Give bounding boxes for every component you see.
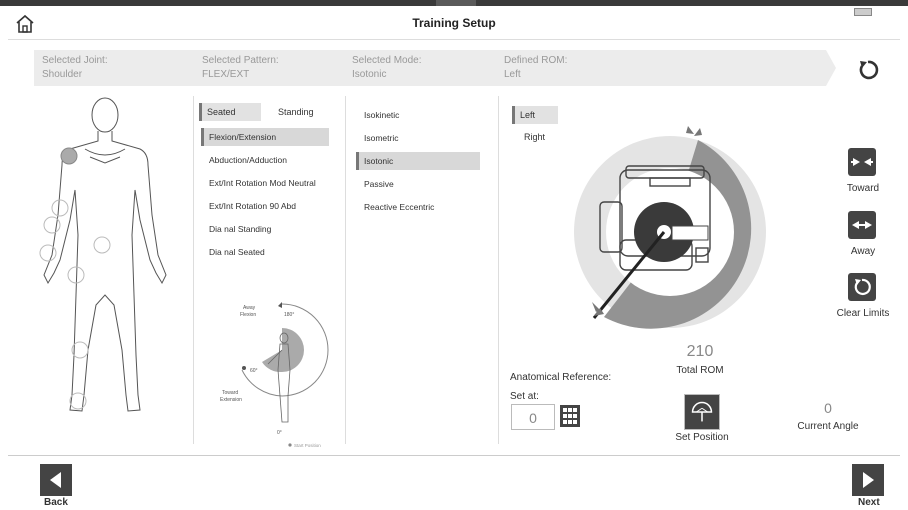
total-rom-value: 210	[686, 343, 714, 360]
arrows-out-icon	[852, 221, 872, 229]
crumb-rom-value: Left	[504, 69, 521, 80]
set-position-button[interactable]	[684, 394, 720, 430]
pattern-item[interactable]: Flexion/Extension	[201, 128, 329, 146]
battery-icon	[854, 8, 872, 16]
label-away: Away	[243, 305, 256, 311]
seated-toggle[interactable]: Seated	[199, 103, 261, 121]
back-arrow-icon	[50, 472, 61, 488]
divider	[498, 96, 499, 444]
pattern-item[interactable]: Abduction/Adduction	[201, 151, 329, 169]
side-left[interactable]: Left	[512, 106, 558, 124]
body-figure	[39, 97, 167, 412]
set-at-input[interactable]: 0	[511, 404, 555, 430]
current-angle-value: 0	[824, 400, 832, 416]
crumb-joint-label: Selected Joint:	[42, 55, 108, 66]
current-angle-label: Current Angle	[797, 421, 859, 432]
label-60: 60°	[250, 368, 258, 374]
next-arrow-icon	[863, 472, 874, 488]
breadcrumb: Selected Joint: Shoulder Selected Patter…	[34, 50, 826, 86]
footer-divider	[8, 455, 900, 456]
standing-toggle[interactable]: Standing	[270, 103, 330, 121]
next-label: Next	[858, 497, 880, 508]
rom-dial[interactable]	[570, 120, 770, 330]
label-180: 180°	[284, 312, 294, 318]
arrows-in-icon	[851, 158, 873, 166]
clear-limits-button[interactable]	[848, 273, 876, 301]
back-label: Back	[44, 497, 68, 508]
crumb-pattern: Selected Pattern: FLEX/EXT	[202, 54, 279, 82]
mode-list: Isokinetic Isometric Isotonic Passive Re…	[356, 106, 480, 221]
side-right[interactable]: Right	[516, 128, 558, 146]
reset-icon[interactable]	[856, 58, 880, 82]
away-button[interactable]	[848, 211, 876, 239]
set-position-label: Set Position	[675, 432, 729, 443]
next-button[interactable]	[852, 464, 884, 496]
toward-button[interactable]	[848, 148, 876, 176]
calculator-button[interactable]	[560, 405, 580, 427]
keypad-icon	[563, 408, 577, 424]
pattern-item[interactable]: Dia nal Standing	[201, 220, 329, 238]
crumb-mode-label: Selected Mode:	[352, 55, 422, 66]
crumb-mode: Selected Mode: Isotonic	[352, 54, 422, 82]
divider	[193, 96, 194, 444]
total-rom-label: Total ROM	[676, 365, 724, 376]
crumb-pattern-value: FLEX/EXT	[202, 69, 250, 80]
mode-item[interactable]: Isokinetic	[356, 106, 480, 124]
clear-limits-label: Clear Limits	[836, 308, 890, 319]
divider	[345, 96, 346, 444]
label-start-position: Start Position	[294, 443, 321, 448]
toward-label: Toward	[846, 183, 880, 194]
crumb-pattern-label: Selected Pattern:	[202, 55, 279, 66]
away-label: Away	[850, 246, 876, 257]
mode-item[interactable]: Reactive Eccentric	[356, 198, 480, 216]
label-extension: Extension	[220, 397, 242, 403]
breadcrumb-arrow	[826, 50, 836, 86]
label-toward: Toward	[222, 390, 238, 396]
crumb-rom-label: Defined ROM:	[504, 55, 568, 66]
motion-diagram: Away Flexion 180° 60° Toward Extension 0…	[220, 302, 329, 448]
umbrella-icon	[691, 401, 713, 422]
crumb-rom: Defined ROM: Left	[504, 54, 567, 82]
back-button[interactable]	[40, 464, 72, 496]
crumb-joint-value: Shoulder	[42, 69, 83, 80]
label-flexion: Flexion	[240, 312, 256, 318]
pattern-item[interactable]: Ext/Int Rotation Mod Neutral	[201, 174, 329, 192]
pattern-item[interactable]: Dia nal Seated	[201, 243, 329, 261]
pattern-list: Flexion/Extension Abduction/Adduction Ex…	[201, 128, 329, 266]
anatomical-reference-label: Anatomical Reference:	[510, 372, 612, 383]
mode-item[interactable]: Passive	[356, 175, 480, 193]
crumb-mode-value: Isotonic	[352, 69, 387, 80]
pattern-item[interactable]: Ext/Int Rotation 90 Abd	[201, 197, 329, 215]
device-top-bar	[0, 0, 908, 6]
label-0: 0°	[277, 430, 282, 436]
training-setup-screen: Training Setup Selected Joint: Shoulder …	[0, 0, 908, 510]
mode-item[interactable]: Isometric	[356, 129, 480, 147]
page-title: Training Setup	[412, 16, 496, 30]
title-bar: Training Setup	[8, 8, 900, 40]
crumb-joint: Selected Joint: Shoulder	[42, 54, 108, 82]
set-at-label: Set at:	[510, 391, 539, 402]
mode-item[interactable]: Isotonic	[356, 152, 480, 170]
reset-icon	[854, 278, 871, 296]
